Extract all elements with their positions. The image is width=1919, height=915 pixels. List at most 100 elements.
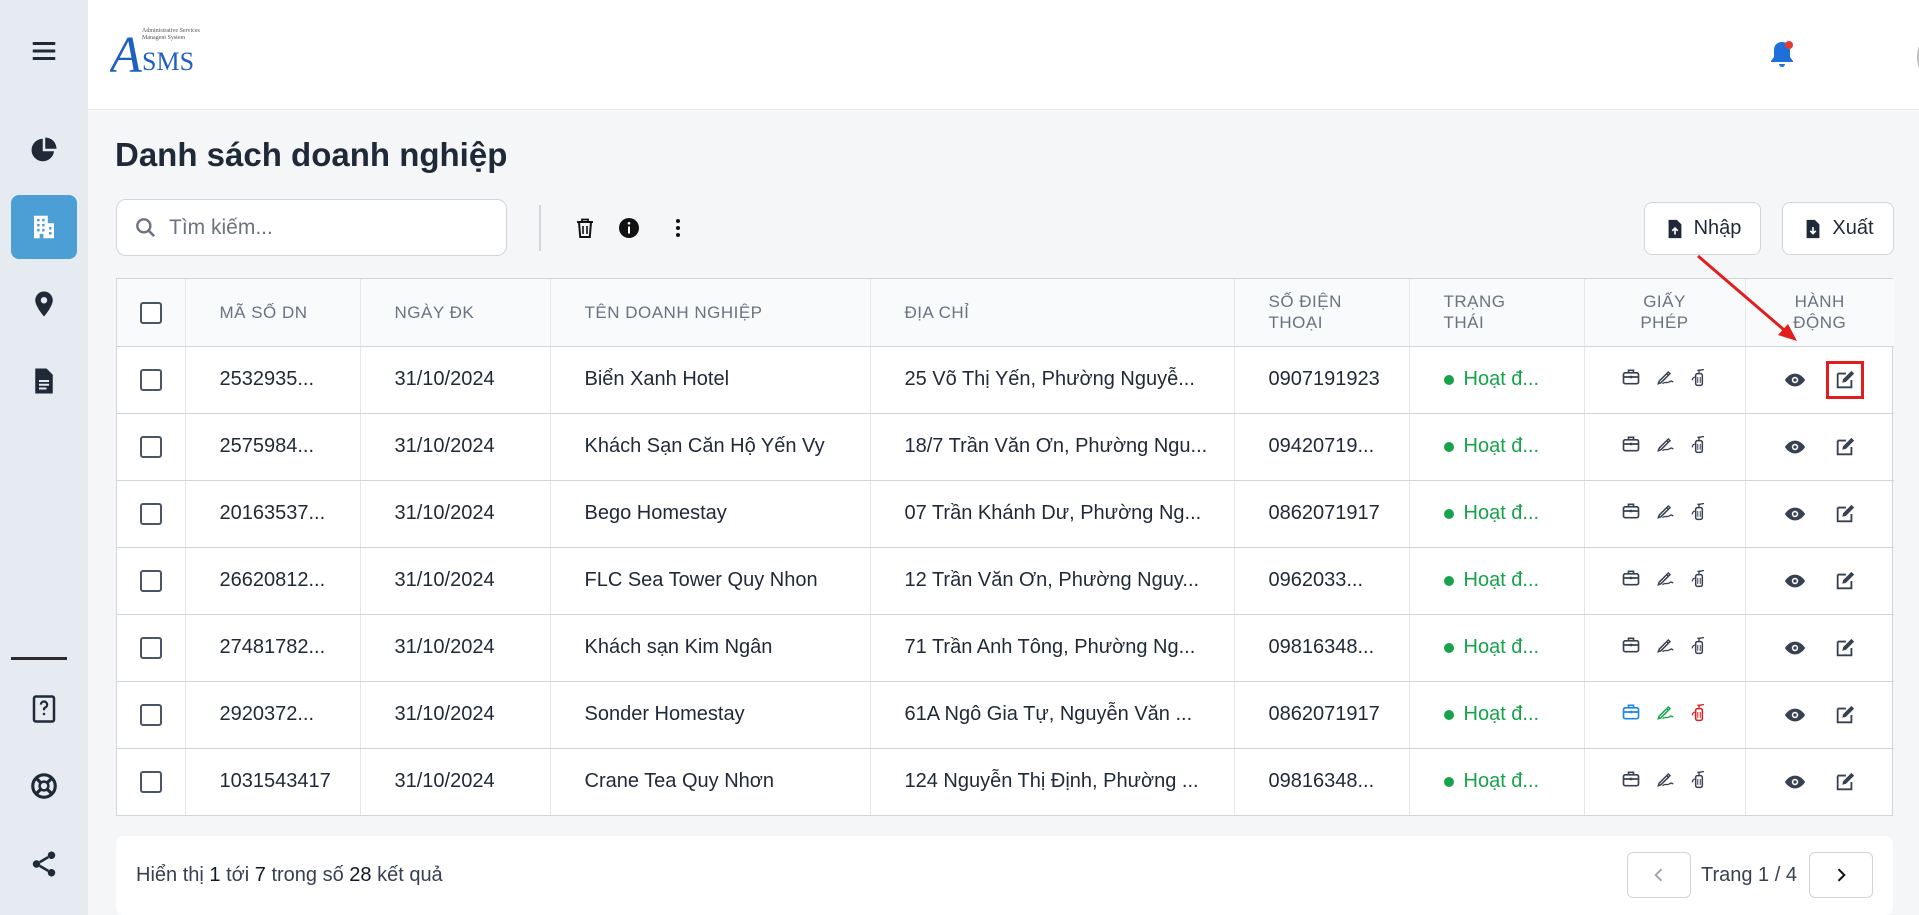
table-row[interactable]: 26620812... 31/10/2024 FLC Sea Tower Quy… — [117, 547, 1894, 615]
cell-name: Bego Homestay — [550, 480, 871, 548]
sidebar-item-dashboard[interactable] — [11, 118, 77, 182]
business-license-icon[interactable] — [1621, 434, 1641, 460]
select-all-cell — [117, 279, 186, 347]
business-license-icon[interactable] — [1621, 568, 1641, 594]
edit-button[interactable] — [1825, 360, 1864, 399]
import-button[interactable]: Nhập — [1644, 202, 1761, 255]
edit-icon — [1836, 437, 1854, 455]
header-status[interactable]: TRẠNG THÁI — [1409, 279, 1585, 347]
header-address[interactable]: ĐỊA CHỈ — [870, 279, 1235, 347]
summary-prefix: Hiển thị — [136, 864, 204, 886]
asms-logo[interactable]: A SMS Administrative Services Managent S… — [107, 18, 220, 84]
business-license-icon[interactable] — [1621, 635, 1641, 661]
row-checkbox[interactable] — [139, 636, 162, 659]
table-row[interactable]: 27481782... 31/10/2024 Khách sạn Kim Ngâ… — [117, 614, 1894, 682]
cell-code: 20163537... — [185, 480, 361, 548]
cell-status: Hoạt đ... — [1409, 748, 1585, 815]
signature-license-icon[interactable] — [1655, 434, 1675, 460]
fire-extinguisher-icon[interactable] — [1689, 702, 1709, 728]
view-button[interactable] — [1778, 765, 1812, 799]
status-label: Hoạt đ... — [1463, 703, 1540, 725]
sidebar-item-locations[interactable] — [11, 272, 77, 336]
header-license-line2: PHÉP — [1640, 313, 1689, 333]
header-name[interactable]: TÊN DOANH NGHIỆP — [550, 279, 871, 347]
status-dot — [1443, 642, 1454, 653]
view-button[interactable] — [1778, 631, 1812, 665]
edit-button[interactable] — [1828, 631, 1862, 665]
row-checkbox[interactable] — [139, 435, 162, 458]
signature-license-icon[interactable] — [1655, 702, 1675, 728]
fire-extinguisher-icon[interactable] — [1689, 568, 1709, 594]
previous-page-button[interactable] — [1627, 852, 1691, 898]
sidebar-item-share[interactable] — [11, 832, 77, 896]
summary-total: 28 — [349, 864, 372, 886]
cell-actions — [1745, 614, 1894, 682]
table-row[interactable]: 2532935... 31/10/2024 Biển Xanh Hotel 25… — [117, 346, 1894, 414]
next-page-button[interactable] — [1809, 852, 1873, 898]
trash-icon — [577, 218, 593, 238]
signature-license-icon[interactable] — [1655, 501, 1675, 527]
sidebar-item-documents[interactable] — [11, 349, 77, 413]
notification-bell-button[interactable] — [1767, 38, 1797, 72]
table-header-row: MÃ SỐ DN NGÀY ĐK TÊN DOANH NGHIỆP ĐỊA CH… — [117, 279, 1894, 347]
search-box[interactable] — [116, 199, 507, 256]
table-row[interactable]: 2575984... 31/10/2024 Khách Sạn Căn Hộ Y… — [117, 413, 1894, 481]
help-book-icon — [32, 695, 56, 723]
fire-extinguisher-icon[interactable] — [1689, 635, 1709, 661]
header-phone[interactable]: SỐ ĐIỆN THOẠI — [1234, 279, 1410, 347]
header-phone-line1: SỐ ĐIỆN — [1268, 292, 1342, 312]
view-button[interactable] — [1778, 497, 1812, 531]
header-code[interactable]: MÃ SỐ DN — [185, 279, 361, 347]
fire-extinguisher-icon[interactable] — [1689, 434, 1709, 460]
view-button[interactable] — [1778, 698, 1812, 732]
menu-icon — [32, 42, 56, 60]
sidebar-item-businesses[interactable] — [11, 195, 77, 259]
more-options-button[interactable] — [665, 215, 691, 241]
sidebar-item-help[interactable] — [11, 677, 77, 741]
status-label: Hoạt đ... — [1463, 636, 1540, 658]
menu-button[interactable] — [11, 19, 77, 83]
edit-button[interactable] — [1828, 430, 1862, 464]
signature-license-icon[interactable] — [1655, 367, 1675, 393]
business-license-icon[interactable] — [1621, 702, 1641, 728]
view-button[interactable] — [1778, 430, 1812, 464]
table-row[interactable]: 1031543417 31/10/2024 Crane Tea Quy Nhơn… — [117, 748, 1894, 815]
cell-name: Crane Tea Quy Nhơn — [550, 748, 871, 815]
info-button[interactable] — [616, 215, 642, 241]
select-all-checkbox[interactable] — [139, 301, 162, 324]
lifebuoy-icon — [31, 773, 57, 799]
table-row[interactable]: 20163537... 31/10/2024 Bego Homestay 07 … — [117, 480, 1894, 548]
edit-button[interactable] — [1828, 564, 1862, 598]
row-checkbox[interactable] — [139, 770, 162, 793]
edit-button[interactable] — [1828, 765, 1862, 799]
edit-button[interactable] — [1828, 497, 1862, 531]
fire-extinguisher-icon[interactable] — [1689, 501, 1709, 527]
header-date[interactable]: NGÀY ĐK — [360, 279, 551, 347]
row-checkbox[interactable] — [139, 569, 162, 592]
edit-icon — [1836, 504, 1854, 522]
view-button[interactable] — [1778, 363, 1812, 397]
view-button[interactable] — [1778, 564, 1812, 598]
table-row[interactable]: 2920372... 31/10/2024 Sonder Homestay 61… — [117, 681, 1894, 749]
sidebar-item-support[interactable] — [11, 754, 77, 818]
info-icon — [619, 218, 639, 238]
cell-code: 2575984... — [185, 413, 361, 481]
search-input[interactable] — [169, 215, 489, 240]
edit-button[interactable] — [1828, 698, 1862, 732]
row-checkbox[interactable] — [139, 368, 162, 391]
signature-license-icon[interactable] — [1655, 635, 1675, 661]
business-table: MÃ SỐ DN NGÀY ĐK TÊN DOANH NGHIỆP ĐỊA CH… — [116, 278, 1894, 816]
business-license-icon[interactable] — [1621, 367, 1641, 393]
signature-license-icon[interactable] — [1655, 769, 1675, 795]
business-license-icon[interactable] — [1621, 769, 1641, 795]
signature-license-icon[interactable] — [1655, 568, 1675, 594]
fire-extinguisher-icon[interactable] — [1689, 367, 1709, 393]
row-checkbox[interactable] — [139, 703, 162, 726]
row-checkbox[interactable] — [139, 502, 162, 525]
cell-name: Sonder Homestay — [550, 681, 871, 749]
business-license-icon[interactable] — [1621, 501, 1641, 527]
delete-button[interactable] — [572, 215, 598, 241]
cell-actions — [1745, 681, 1894, 749]
fire-extinguisher-icon[interactable] — [1689, 769, 1709, 795]
export-button[interactable]: Xuất — [1782, 202, 1894, 255]
